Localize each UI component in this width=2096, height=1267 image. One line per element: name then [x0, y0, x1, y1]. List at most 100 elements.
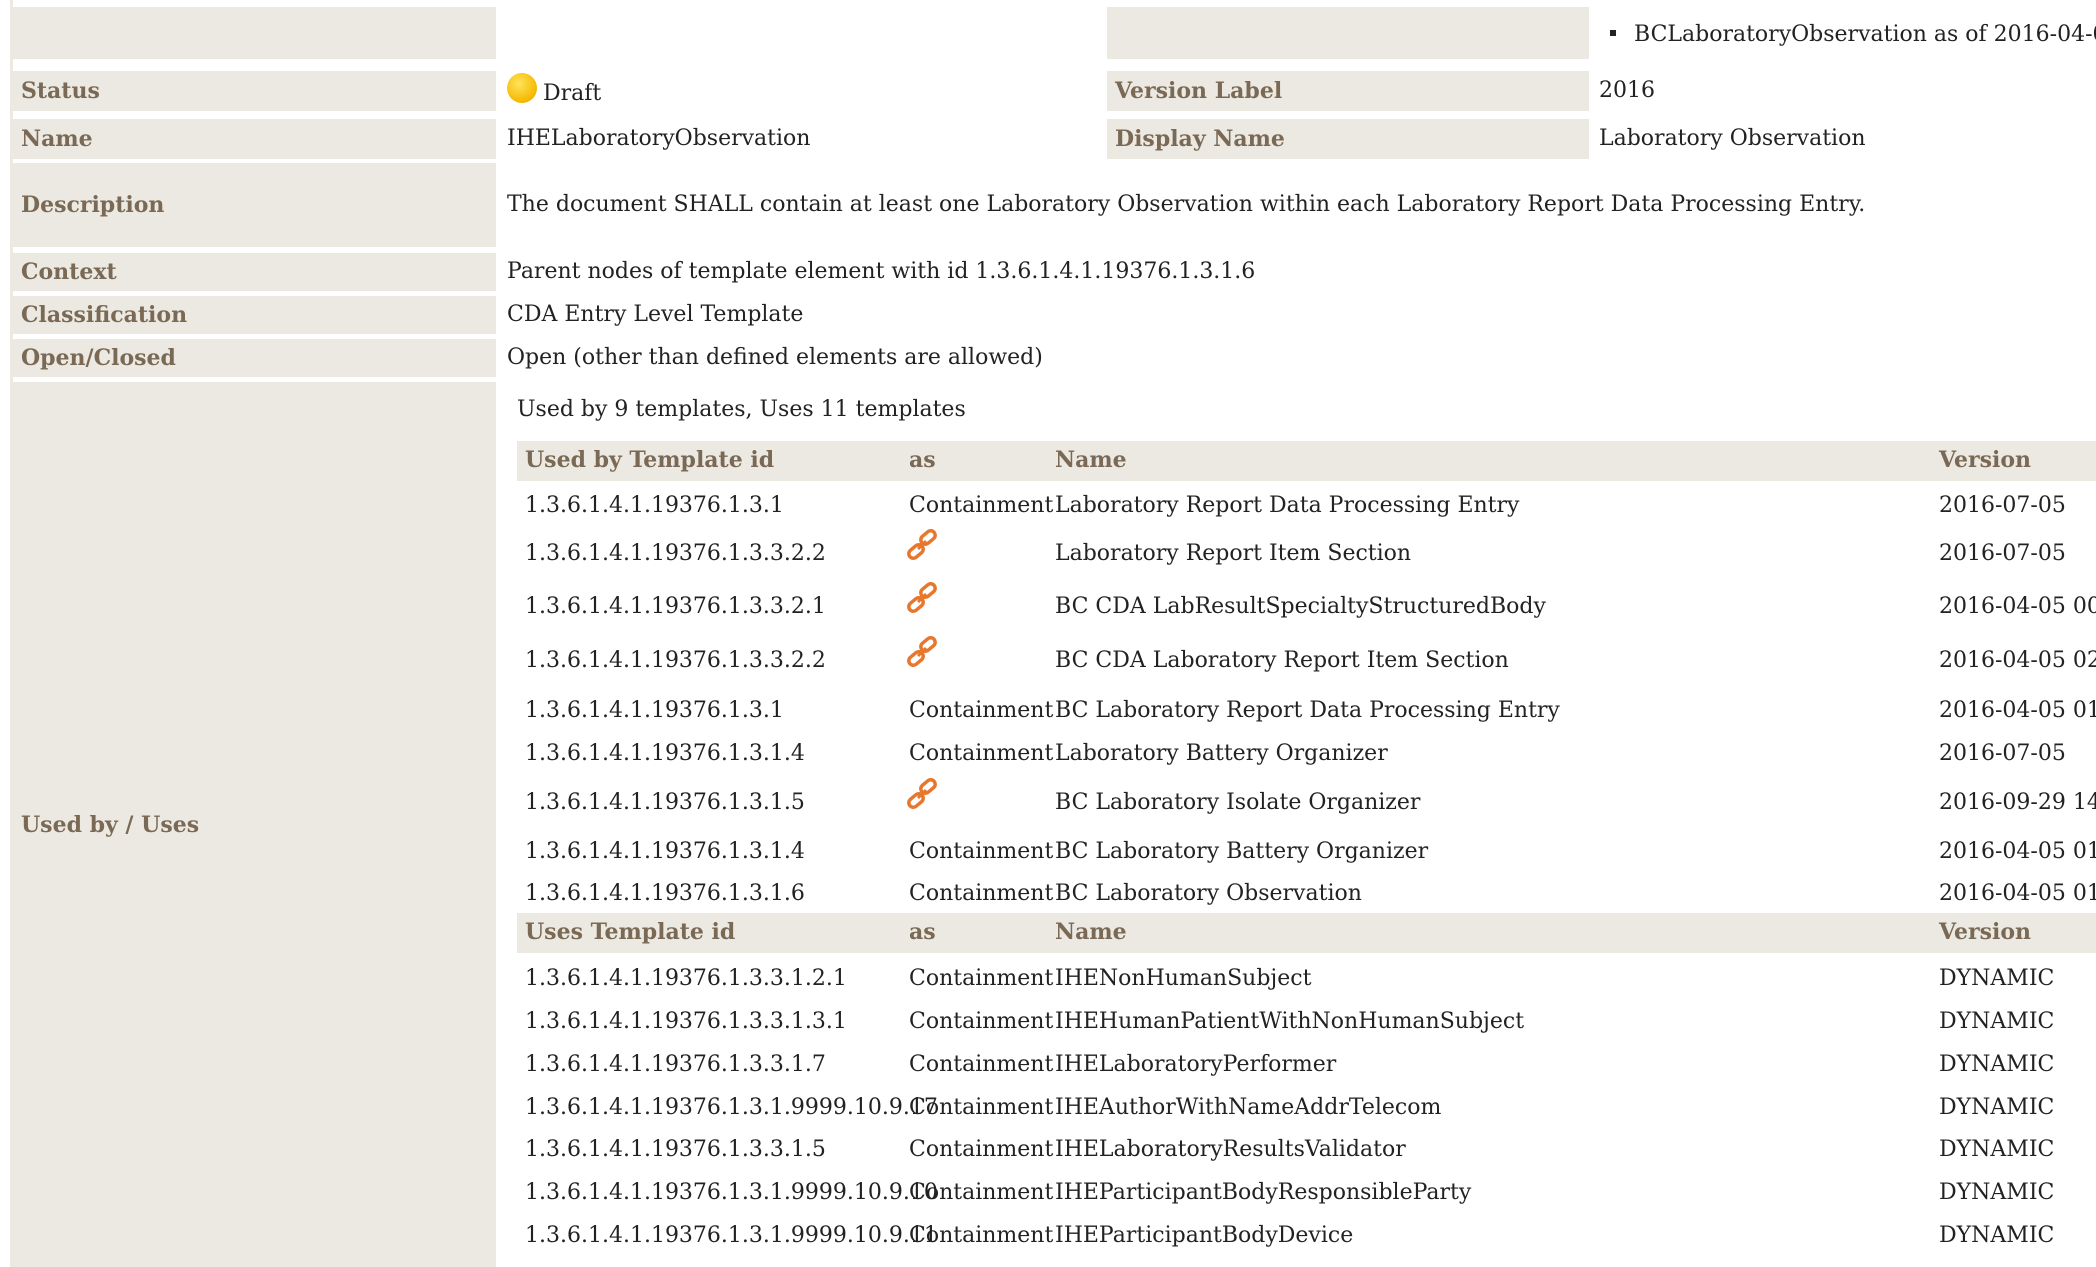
used-by-template-id[interactable]: 1.3.6.1.4.1.19376.1.3.1.4 [525, 741, 805, 766]
used-by-name: BC Laboratory Battery Organizer [1055, 839, 1429, 864]
uses-table-row: 1.3.6.1.4.1.19376.1.3.3.1.3.1 Containment… [517, 1003, 2096, 1043]
uses-version: DYNAMIC [1939, 1095, 2055, 1120]
uses-header-name: Name [1055, 919, 1127, 945]
used-by-table-header: Used by Template id as Name Version [517, 441, 2096, 481]
used-by-header-name: Name [1055, 447, 1127, 473]
uses-table-row: 1.3.6.1.4.1.19376.1.3.1.9999.10.9.10 Cont… [517, 1174, 2096, 1214]
used-by-table-row: 1.3.6.1.4.1.19376.1.3.3.2.1 BC CDA LabRes… [517, 582, 2096, 628]
open-closed-label: Open/Closed [13, 339, 496, 377]
used-by-template-id[interactable]: 1.3.6.1.4.1.19376.1.3.3.2.1 [525, 594, 826, 619]
display-name-label: Display Name [1107, 119, 1589, 159]
used-by-table-row: 1.3.6.1.4.1.19376.1.3.1.4 Containment BC L… [517, 833, 2096, 873]
version-list-item[interactable]: BCLaboratoryObservation as of 2016-04-05 [1634, 22, 2096, 47]
name-value: IHELaboratoryObservation [507, 126, 811, 151]
uses-name: IHELaboratoryResultsValidator [1055, 1137, 1406, 1162]
used-by-table-row: 1.3.6.1.4.1.19376.1.3.3.2.2 Laboratory Re… [517, 529, 2096, 575]
uses-version: DYNAMIC [1939, 1223, 2055, 1248]
uses-name: IHELaboratoryPerformer [1055, 1052, 1337, 1077]
link-icon[interactable] [905, 529, 939, 563]
uses-table-row: 1.3.6.1.4.1.19376.1.3.1.9999.10.9.11 Cont… [517, 1217, 2096, 1257]
status-label: Status [13, 71, 496, 111]
name-label: Name [13, 119, 496, 159]
classification-label: Classification [13, 296, 496, 334]
used-by-uses-label: Used by / Uses [13, 382, 496, 1267]
uses-name: IHEParticipantBodyResponsibleParty [1055, 1180, 1472, 1205]
uses-template-id[interactable]: 1.3.6.1.4.1.19376.1.3.1.9999.10.9.17 [525, 1095, 938, 1120]
uses-table-row: 1.3.6.1.4.1.19376.1.3.1.9999.10.9.17 Cont… [517, 1089, 2096, 1129]
status-text: Draft [543, 81, 602, 106]
used-by-name: Laboratory Report Data Processing Entry [1055, 493, 1520, 518]
uses-template-id[interactable]: 1.3.6.1.4.1.19376.1.3.3.1.2.1 [525, 966, 847, 991]
uses-as: Containment [909, 1095, 1054, 1120]
uses-as: Containment [909, 1009, 1054, 1034]
status-value: Draft [497, 71, 1097, 111]
used-by-version: 2016-04-05 01 [1939, 839, 2096, 864]
uses-name: IHEParticipantBodyDevice [1055, 1223, 1354, 1248]
uses-template-id[interactable]: 1.3.6.1.4.1.19376.1.3.3.1.5 [525, 1137, 826, 1162]
used-by-table-row: 1.3.6.1.4.1.19376.1.3.1 Containment BC Lab… [517, 692, 2096, 732]
uses-template-id[interactable]: 1.3.6.1.4.1.19376.1.3.1.9999.10.9.10 [525, 1180, 938, 1205]
uses-template-id[interactable]: 1.3.6.1.4.1.19376.1.3.1.9999.10.9.11 [525, 1223, 938, 1248]
used-by-template-id[interactable]: 1.3.6.1.4.1.19376.1.3.1.4 [525, 839, 805, 864]
used-by-header-as: as [909, 447, 936, 473]
used-by-template-id[interactable]: 1.3.6.1.4.1.19376.1.3.1 [525, 493, 784, 518]
used-by-as: Containment [909, 839, 1054, 864]
used-by-as: Containment [909, 881, 1054, 906]
uses-name: IHENonHumanSubject [1055, 966, 1312, 991]
used-by-template-id[interactable]: 1.3.6.1.4.1.19376.1.3.3.2.2 [525, 541, 826, 566]
uses-template-id[interactable]: 1.3.6.1.4.1.19376.1.3.3.1.7 [525, 1052, 826, 1077]
uses-header-version: Version [1939, 919, 2032, 945]
used-by-version: 2016-04-05 01 [1939, 698, 2096, 723]
uses-as: Containment [909, 1223, 1054, 1248]
used-by-name: BC Laboratory Isolate Organizer [1055, 790, 1421, 815]
uses-table-row: 1.3.6.1.4.1.19376.1.3.3.1.5 Containment IH… [517, 1131, 2096, 1171]
used-by-name: BC CDA LabResultSpecialtyStructuredBody [1055, 594, 1546, 619]
link-icon[interactable] [905, 582, 939, 616]
used-by-table-row: 1.3.6.1.4.1.19376.1.3.1.6 Containment BC L… [517, 875, 2096, 915]
used-by-version: 2016-07-05 [1939, 541, 2066, 566]
uses-name: IHEHumanPatientWithNonHumanSubject [1055, 1009, 1525, 1034]
used-by-version: 2016-07-05 [1939, 493, 2066, 518]
uses-version: DYNAMIC [1939, 966, 2055, 991]
used-by-as: Containment [909, 698, 1054, 723]
uses-header-id: Uses Template id [525, 919, 736, 945]
version-label-label: Version Label [1107, 71, 1589, 111]
used-by-template-id[interactable]: 1.3.6.1.4.1.19376.1.3.3.2.2 [525, 648, 826, 673]
used-by-table-row: 1.3.6.1.4.1.19376.1.3.3.2.2 BC CDA Labora… [517, 636, 2096, 682]
used-by-template-id[interactable]: 1.3.6.1.4.1.19376.1.3.1.6 [525, 881, 805, 906]
uses-header-as: as [909, 919, 936, 945]
uses-as: Containment [909, 1180, 1054, 1205]
used-by-name: BC Laboratory Report Data Processing Ent… [1055, 698, 1560, 723]
uses-version: DYNAMIC [1939, 1009, 2055, 1034]
display-name-value: Laboratory Observation [1599, 126, 1866, 151]
uses-template-id[interactable]: 1.3.6.1.4.1.19376.1.3.3.1.3.1 [525, 1009, 847, 1034]
uses-version: DYNAMIC [1939, 1180, 2055, 1205]
used-by-as: Containment [909, 493, 1054, 518]
used-by-template-id[interactable]: 1.3.6.1.4.1.19376.1.3.1.5 [525, 790, 805, 815]
used-by-table-row: 1.3.6.1.4.1.19376.1.3.1.5 BC Laboratory I… [517, 778, 2096, 824]
used-by-header-version: Version [1939, 447, 2032, 473]
uses-as: Containment [909, 966, 1054, 991]
classification-value: CDA Entry Level Template [507, 302, 804, 327]
uses-version: DYNAMIC [1939, 1137, 2055, 1162]
header-blank-mid [1107, 7, 1589, 59]
used-by-table-row: 1.3.6.1.4.1.19376.1.3.1.4 Containment Labo… [517, 735, 2096, 775]
uses-name: IHEAuthorWithNameAddrTelecom [1055, 1095, 1442, 1120]
uses-as: Containment [909, 1052, 1054, 1077]
uses-version: DYNAMIC [1939, 1052, 2055, 1077]
used-by-name: Laboratory Battery Organizer [1055, 741, 1388, 766]
used-summary: Used by 9 templates, Uses 11 templates [517, 397, 966, 422]
link-icon[interactable] [905, 636, 939, 670]
link-icon[interactable] [905, 778, 939, 812]
used-by-version: 2016-09-29 14 [1939, 790, 2096, 815]
used-by-table-row: 1.3.6.1.4.1.19376.1.3.1 Containment Labora… [517, 487, 2096, 527]
used-by-template-id[interactable]: 1.3.6.1.4.1.19376.1.3.1 [525, 698, 784, 723]
used-by-version: 2016-04-05 02 [1939, 648, 2096, 673]
used-by-name: Laboratory Report Item Section [1055, 541, 1412, 566]
uses-as: Containment [909, 1137, 1054, 1162]
used-by-name: BC CDA Laboratory Report Item Section [1055, 648, 1509, 673]
uses-table-row: 1.3.6.1.4.1.19376.1.3.3.1.7 Containment IH… [517, 1046, 2096, 1086]
used-by-version: 2016-04-05 00 [1939, 594, 2096, 619]
context-value: Parent nodes of template element with id… [507, 259, 1256, 284]
uses-table-row: 1.3.6.1.4.1.19376.1.3.3.1.2.1 Containment… [517, 960, 2096, 1000]
